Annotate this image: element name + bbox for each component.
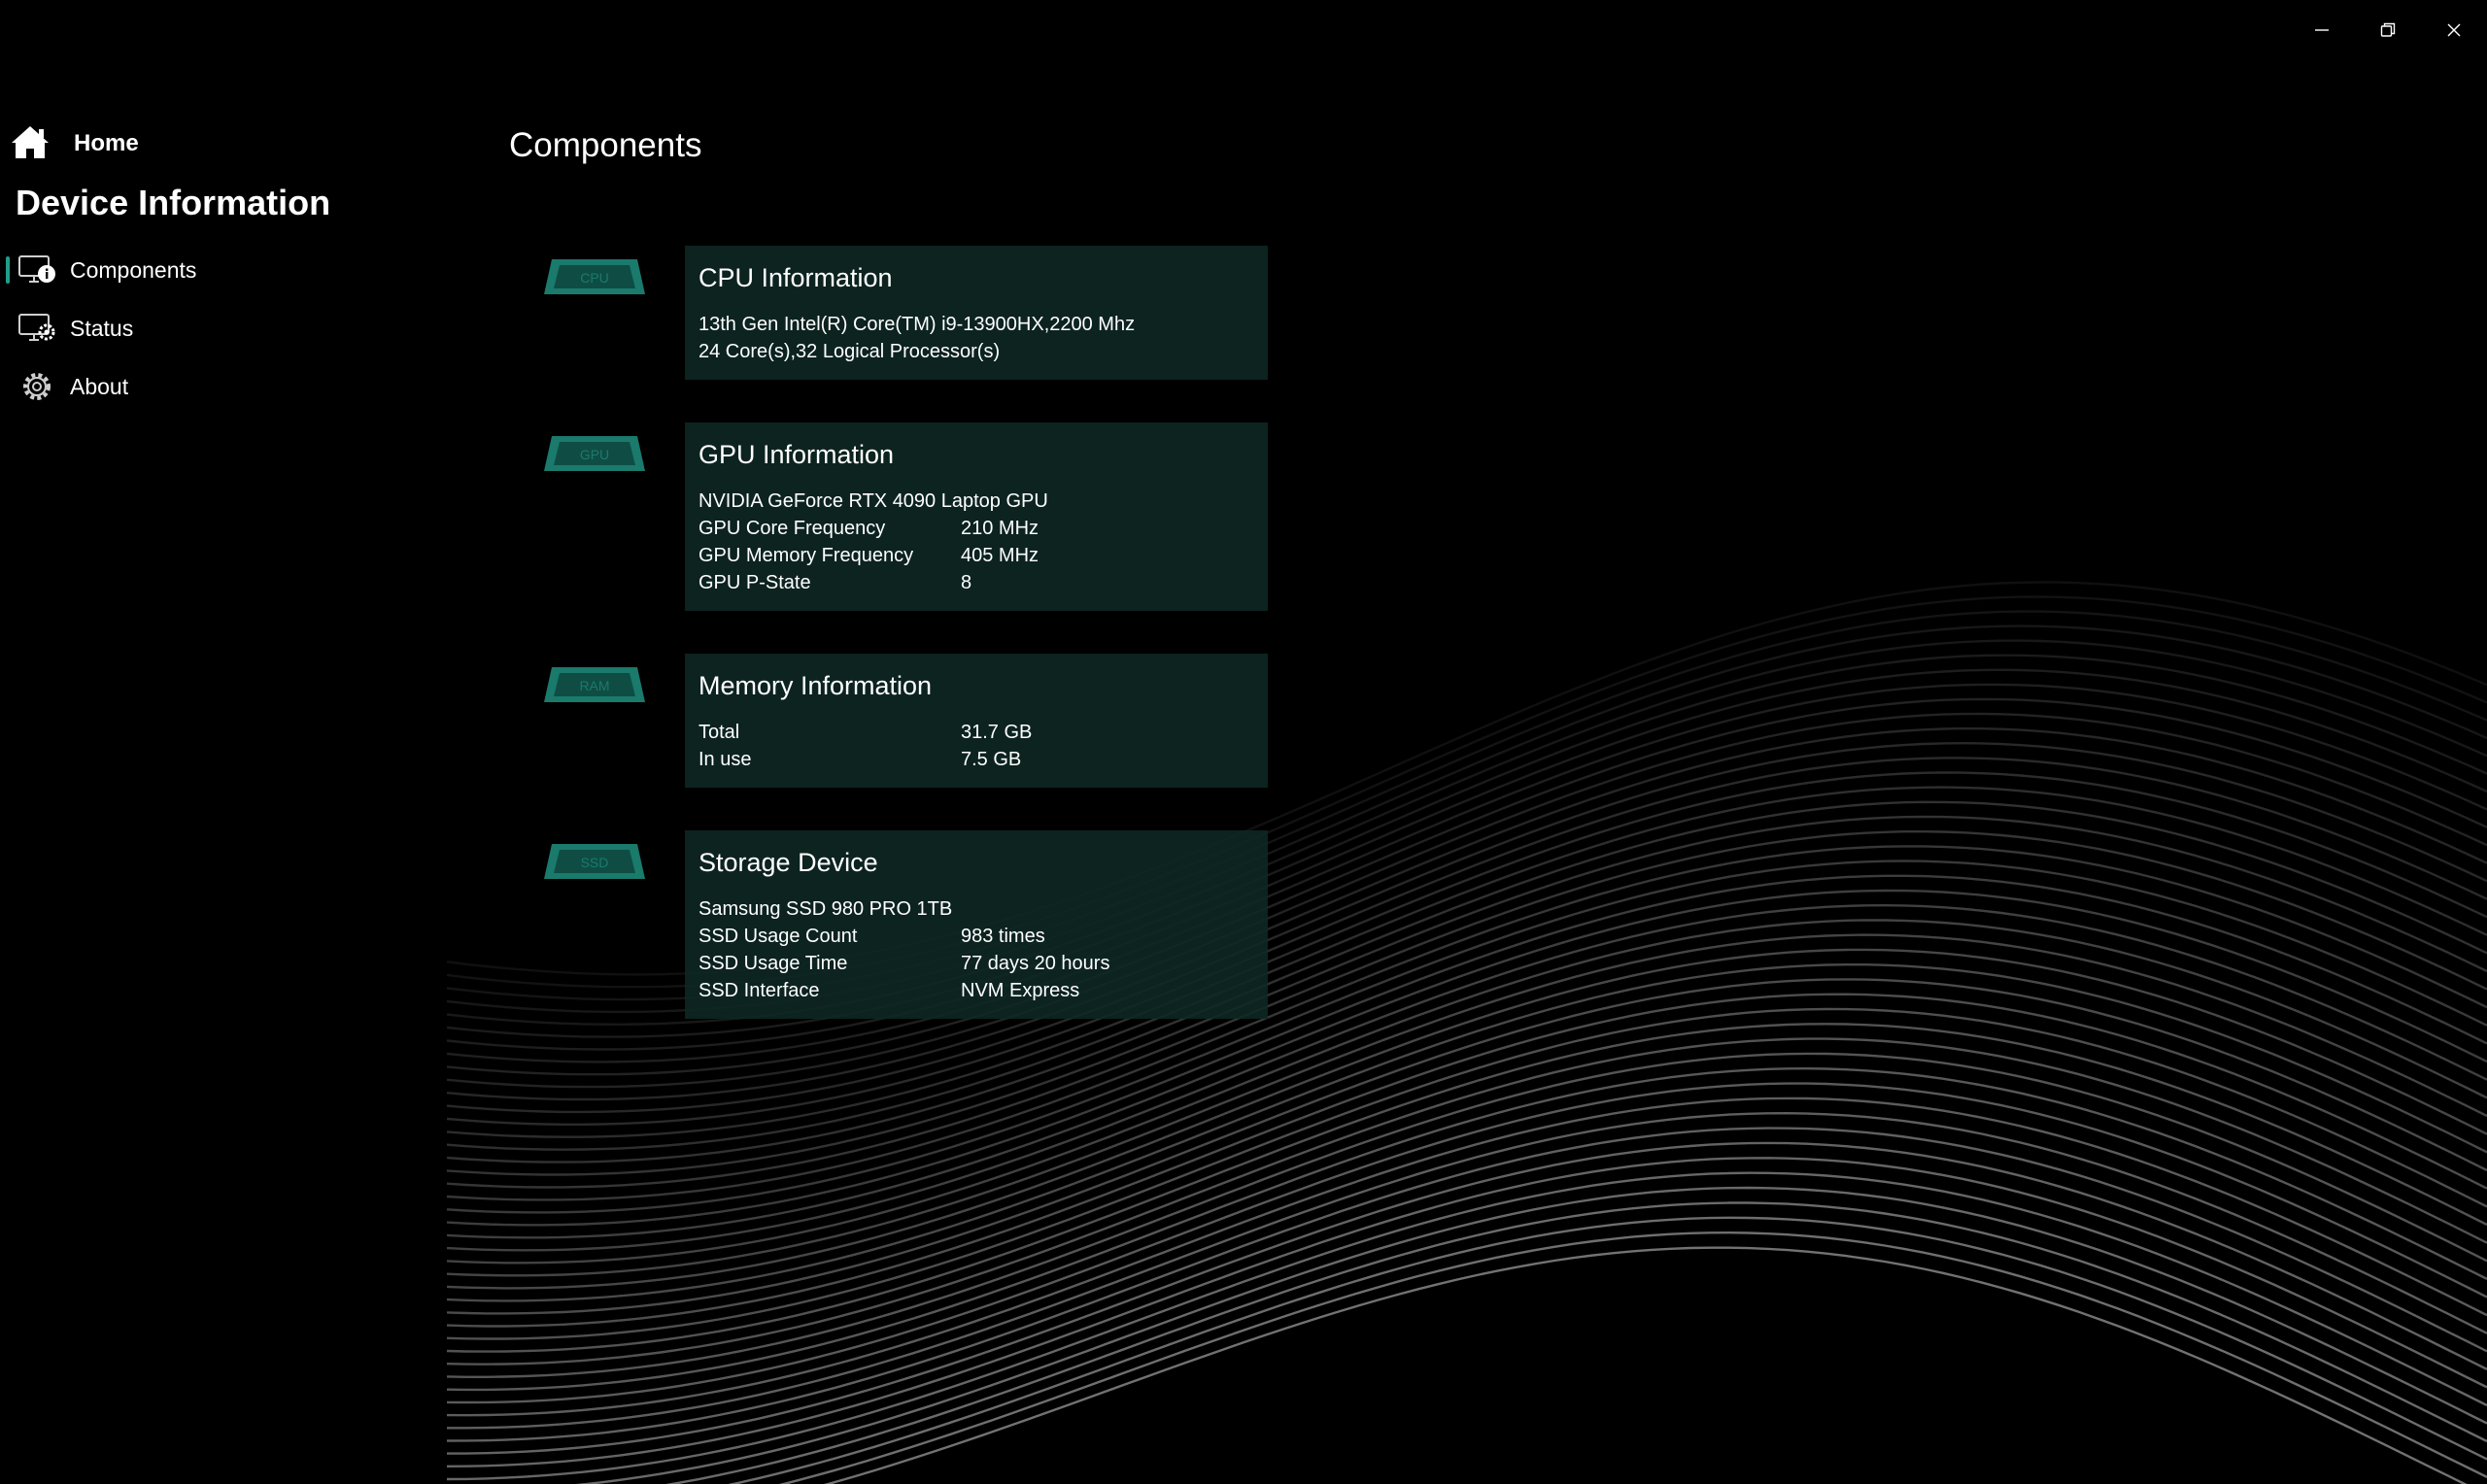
chip-text: CPU — [580, 270, 609, 286]
window-controls — [2289, 0, 2487, 64]
gpu-chip-icon: GPU — [540, 430, 649, 477]
sidebar-item-label: Components — [70, 256, 197, 283]
minimize-button[interactable] — [2289, 0, 2355, 64]
wave-line — [446, 1052, 2487, 1378]
chip-text: RAM — [579, 678, 609, 693]
monitor-gear-icon — [17, 311, 56, 346]
chip-text: SSD — [581, 855, 609, 870]
cpu-chip-icon: CPU — [540, 253, 649, 300]
gpu-section: GPU GPU Information NVIDIA GeForce RTX 4… — [540, 422, 1269, 611]
sidebar-item-components[interactable]: Components — [0, 241, 427, 299]
cpu-cores: 24 Core(s),32 Logical Processor(s) — [698, 341, 1001, 362]
info-row: GPU P-State 8 — [698, 569, 1254, 596]
info-key: SSD Usage Count — [698, 926, 858, 947]
info-row: SSD Usage Count 983 times — [698, 923, 1254, 950]
app-window: Home Device Information Components Statu… — [0, 0, 2487, 1484]
monitor-info-icon — [17, 253, 56, 287]
wave-line — [778, 1231, 2487, 1484]
info-key: GPU Core Frequency — [698, 518, 886, 539]
info-value: 210 MHz — [961, 518, 1039, 539]
info-key: In use — [698, 749, 752, 770]
cpu-section: CPU CPU Information 13th Gen Intel(R) Co… — [540, 246, 1269, 380]
close-button[interactable] — [2421, 0, 2487, 64]
gear-icon — [17, 369, 56, 404]
card-title: GPU Information — [698, 440, 895, 469]
chip-text: GPU — [580, 447, 609, 462]
card-title: Memory Information — [698, 671, 933, 700]
storage-model: Samsung SSD 980 PRO 1TB — [698, 898, 953, 920]
sidebar-item-about[interactable]: About — [0, 357, 427, 416]
info-value: 8 — [961, 572, 972, 593]
cpu-card: CPU Information 13th Gen Intel(R) Core(T… — [685, 246, 1268, 380]
app-title: Device Information — [16, 183, 331, 222]
wave-line — [824, 1246, 2468, 1484]
info-key: Total — [698, 722, 740, 743]
storage-card: Storage Device Samsung SSD 980 PRO 1TB S… — [685, 830, 1268, 1019]
sidebar-item-label: Status — [70, 315, 134, 341]
close-icon — [2444, 20, 2464, 45]
card-title: CPU Information — [698, 263, 893, 292]
sidebar-item-label: About — [70, 373, 129, 399]
info-value: 31.7 GB — [961, 722, 1033, 743]
info-key: SSD Usage Time — [698, 953, 848, 974]
minimize-icon — [2312, 20, 2332, 45]
info-row: SSD Usage Time 77 days 20 hours — [698, 950, 1254, 977]
ssd-chip-icon: SSD — [540, 838, 649, 885]
home-icon — [10, 123, 51, 165]
restore-icon — [2378, 20, 2398, 45]
info-key: GPU Memory Frequency — [698, 545, 914, 566]
memory-card: Memory Information Total 31.7 GB In use … — [685, 654, 1268, 788]
info-value: 983 times — [961, 926, 1045, 947]
info-row: SSD Interface NVM Express — [698, 977, 1254, 1004]
sidebar-nav: Components Status About — [0, 241, 427, 416]
card-title: Storage Device — [698, 848, 878, 877]
gpu-model: NVIDIA GeForce RTX 4090 Laptop GPU — [698, 490, 1048, 512]
home-link[interactable]: Home — [10, 124, 139, 163]
info-row: Total 31.7 GB — [698, 719, 1254, 746]
info-value: 7.5 GB — [961, 749, 1022, 770]
cpu-model: 13th Gen Intel(R) Core(TM) i9-13900HX,22… — [698, 314, 1136, 335]
restore-button[interactable] — [2355, 0, 2421, 64]
page-title: Components — [509, 126, 702, 164]
sidebar-item-status[interactable]: Status — [0, 299, 427, 357]
ram-chip-icon: RAM — [540, 661, 649, 708]
info-row: GPU Core Frequency 210 MHz — [698, 515, 1254, 542]
gpu-card: GPU Information NVIDIA GeForce RTX 4090 … — [685, 422, 1268, 611]
info-row: In use 7.5 GB — [698, 746, 1254, 773]
memory-section: RAM Memory Information Total 31.7 GB In … — [540, 654, 1269, 788]
home-label: Home — [74, 130, 139, 156]
info-value: 77 days 20 hours — [961, 953, 1110, 974]
info-row: GPU Memory Frequency 405 MHz — [698, 542, 1254, 569]
info-key: SSD Interface — [698, 980, 820, 1001]
info-value: NVM Express — [961, 980, 1080, 1001]
info-key: GPU P-State — [698, 572, 811, 593]
wave-line — [446, 1096, 2487, 1417]
storage-section: SSD Storage Device Samsung SSD 980 PRO 1… — [540, 830, 1269, 1019]
info-value: 405 MHz — [961, 545, 1039, 566]
